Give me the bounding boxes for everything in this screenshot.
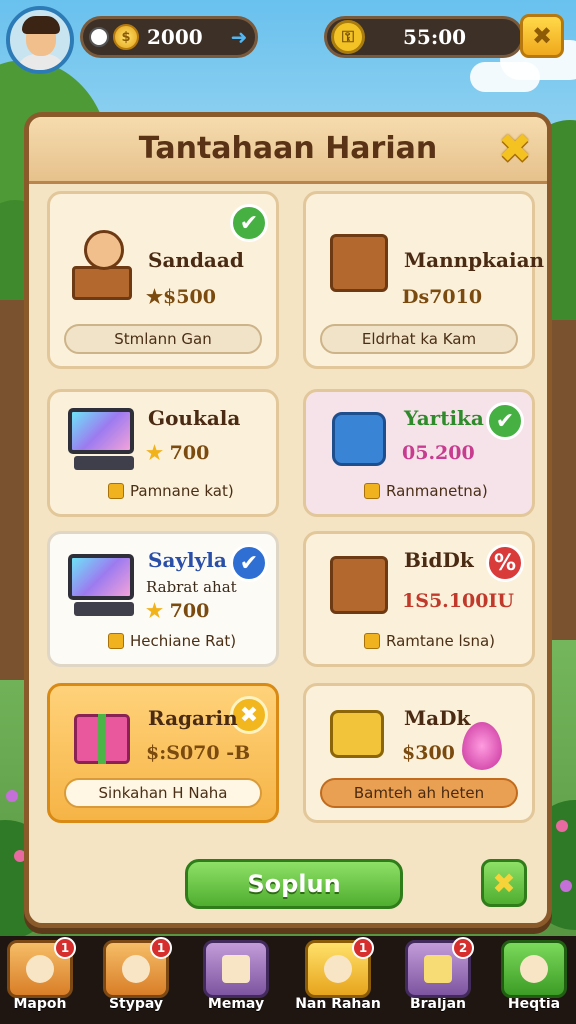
challenge-name: Ragarin xyxy=(148,706,238,730)
challenge-action-button[interactable]: Sinkahan H Naha xyxy=(64,778,262,808)
check-icon: ✔ xyxy=(230,204,268,242)
challenge-card[interactable]: % BidDk 1S5.100IU Ramtane lsna) xyxy=(303,531,535,667)
bag-illustration xyxy=(320,400,400,480)
challenge-reward: 05.200 xyxy=(402,442,475,464)
percent-icon: % xyxy=(486,544,524,582)
magnifier-icon xyxy=(501,940,567,998)
settings-button[interactable]: ✖ xyxy=(520,14,564,58)
book-icon: 2 xyxy=(405,937,474,998)
challenge-footer: Ranmanetna) xyxy=(364,482,488,500)
nav-label: Stypay xyxy=(108,996,164,1012)
close-icon: ✖ xyxy=(492,866,516,900)
currency-value: 2000 xyxy=(147,25,203,49)
footer-text: Ramtane lsna) xyxy=(386,632,496,650)
arrow-right-icon[interactable]: ➜ xyxy=(231,25,248,49)
notification-badge: 1 xyxy=(54,937,76,959)
challenge-name: BidDk xyxy=(404,548,474,572)
challenge-reward: $300 xyxy=(402,742,455,764)
coin-icon xyxy=(364,633,380,649)
green-close-button[interactable]: ✖ xyxy=(481,859,527,907)
character-icon: 1 xyxy=(103,937,172,998)
nav-item-map[interactable]: 1 Mapoh xyxy=(0,937,86,1020)
challenge-action-button[interactable]: Bamteh ah heten xyxy=(320,778,518,808)
nav-item-daily[interactable]: 1 Nan Rahan xyxy=(292,937,384,1020)
check-icon: ✔ xyxy=(230,544,268,582)
challenge-name: Sandaad xyxy=(148,248,244,272)
coin-icon xyxy=(108,483,124,499)
challenge-card[interactable]: ✔ Saylyla Rabrat ahat ★ 700 Hechiane Rat… xyxy=(47,531,279,667)
panel-title: Tantahaan Harian xyxy=(138,131,438,166)
challenge-footer: Hechiane Rat) xyxy=(108,632,236,650)
coin-icon: $ xyxy=(113,24,139,50)
challenge-reward: ★ 700 xyxy=(146,442,209,464)
challenge-reward: ★$500 xyxy=(146,286,216,308)
close-icon: ✖ xyxy=(498,126,532,172)
challenge-reward: $:S070 -B xyxy=(146,742,251,764)
challenge-name: Saylyla xyxy=(148,548,227,572)
challenge-card[interactable]: MaDk $300 Bamteh ah heten xyxy=(303,683,535,823)
challenge-card[interactable]: Mannpkaian Ds7010 Eldrhat ka Kam xyxy=(303,191,544,369)
computer-illustration xyxy=(64,400,144,480)
primary-button[interactable]: Soplun xyxy=(185,859,403,909)
nav-item-shop[interactable]: Memay xyxy=(190,940,282,1020)
currency-display: $ 2000 ➜ xyxy=(80,16,258,58)
panel-header: Tantahaan Harian ✖ xyxy=(29,117,547,184)
clock-icon xyxy=(89,27,109,47)
reward-value: 700 xyxy=(169,600,210,622)
daily-challenge-panel: Tantahaan Harian ✖ ✔ Sandaad ★$500 Stmla… xyxy=(24,112,552,928)
reward-value: 700 xyxy=(169,442,210,464)
check-icon: ✔ xyxy=(486,402,524,440)
crate-illustration xyxy=(320,224,400,304)
challenge-reward: Ds7010 xyxy=(402,286,483,308)
timer-value: 55:00 xyxy=(403,25,467,49)
challenge-card[interactable]: ✔ Yartika 05.200 Ranmanetna) xyxy=(303,389,535,517)
key-icon: ⚿ xyxy=(331,20,365,54)
nav-item-help[interactable]: Heqtia xyxy=(488,940,576,1020)
notification-badge: 1 xyxy=(150,937,172,959)
nav-label: Memay xyxy=(207,996,265,1012)
challenge-footer: Pamnane kat) xyxy=(108,482,234,500)
footer-text: Ranmanetna) xyxy=(386,482,488,500)
gift-illustration xyxy=(64,696,144,776)
star-icon: ★ xyxy=(146,442,164,464)
nav-item-inventory[interactable]: 2 Braljan xyxy=(392,937,484,1020)
character-crate-illustration xyxy=(64,224,144,304)
challenge-name: Goukala xyxy=(148,406,241,430)
timer-display: ⚿ 55:00 xyxy=(324,16,524,58)
player-avatar[interactable] xyxy=(6,6,74,74)
challenge-action-button[interactable]: Eldrhat ka Kam xyxy=(320,324,518,354)
challenge-reward: ★ 700 xyxy=(146,600,209,622)
challenge-card[interactable]: ✖ Ragarin $:S070 -B Sinkahan H Naha xyxy=(47,683,279,823)
computer-illustration xyxy=(64,546,144,626)
map-icon: 1 xyxy=(7,937,76,998)
nav-label: Braljan xyxy=(409,996,467,1012)
challenge-subtitle: Rabrat ahat xyxy=(146,578,237,596)
footer-text: Hechiane Rat) xyxy=(130,632,237,650)
challenge-name: Yartika xyxy=(404,406,484,430)
star-icon: ★ xyxy=(146,600,164,622)
nav-item-play[interactable]: 1 Stypay xyxy=(90,937,182,1020)
gear-x-icon: ✖ xyxy=(531,22,553,50)
challenge-action-button[interactable]: Stmlann Gan xyxy=(64,324,262,354)
bottom-nav: 1 Mapoh 1 Stypay Memay 1 Nan Rahan 2 Bra… xyxy=(0,936,576,1024)
close-button[interactable]: ✖ xyxy=(493,126,537,172)
challenge-reward: 1S5.100IU xyxy=(402,590,514,612)
notification-badge: 2 xyxy=(452,937,474,959)
challenge-card[interactable]: ✔ Sandaad ★$500 Stmlann Gan xyxy=(47,191,279,369)
nav-label: Heqtia xyxy=(507,996,561,1012)
challenge-card[interactable]: Goukala ★ 700 Pamnane kat) xyxy=(47,389,279,517)
nav-label: Mapoh xyxy=(13,996,67,1012)
challenge-name: Mannpkaian xyxy=(404,248,545,272)
nav-label: Nan Rahan xyxy=(295,996,381,1012)
challenge-name: MaDk xyxy=(404,706,471,730)
clock-icon: 1 xyxy=(305,937,374,998)
challenge-footer: Ramtane lsna) xyxy=(364,632,495,650)
shop-icon xyxy=(203,940,269,998)
crate-illustration xyxy=(320,546,400,626)
coin-icon xyxy=(364,483,380,499)
footer-text: Pamnane kat) xyxy=(130,482,234,500)
robot-illustration xyxy=(320,696,400,776)
coin-icon xyxy=(108,633,124,649)
notification-badge: 1 xyxy=(352,937,374,959)
